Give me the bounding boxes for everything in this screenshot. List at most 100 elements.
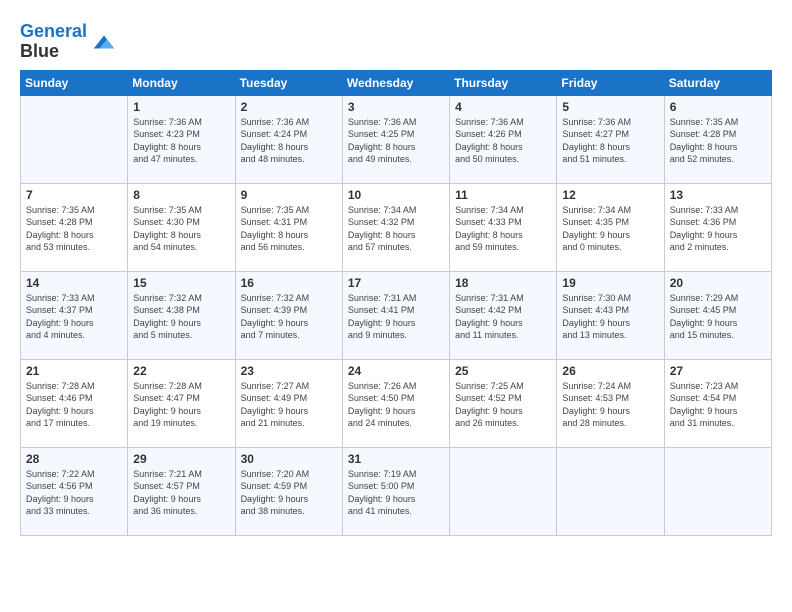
day-info: Sunrise: 7:34 AM Sunset: 4:35 PM Dayligh…: [562, 204, 658, 254]
day-number: 28: [26, 452, 122, 466]
day-info: Sunrise: 7:36 AM Sunset: 4:26 PM Dayligh…: [455, 116, 551, 166]
day-info: Sunrise: 7:36 AM Sunset: 4:27 PM Dayligh…: [562, 116, 658, 166]
day-number: 17: [348, 276, 444, 290]
calendar-week-row: 14 Sunrise: 7:33 AM Sunset: 4:37 PM Dayli…: [21, 271, 772, 359]
calendar-header-row: SundayMondayTuesdayWednesdayThursdayFrid…: [21, 70, 772, 95]
day-info: Sunrise: 7:26 AM Sunset: 4:50 PM Dayligh…: [348, 380, 444, 430]
day-number: 11: [455, 188, 551, 202]
logo-text: GeneralBlue: [20, 22, 87, 62]
calendar-cell: [450, 447, 557, 535]
day-info: Sunrise: 7:31 AM Sunset: 4:42 PM Dayligh…: [455, 292, 551, 342]
day-number: 13: [670, 188, 766, 202]
day-info: Sunrise: 7:36 AM Sunset: 4:25 PM Dayligh…: [348, 116, 444, 166]
calendar-cell: 14 Sunrise: 7:33 AM Sunset: 4:37 PM Dayli…: [21, 271, 128, 359]
calendar-cell: 23Sunrise: 7:27 AM Sunset: 4:49 PM Dayli…: [235, 359, 342, 447]
day-info: Sunrise: 7:30 AM Sunset: 4:43 PM Dayligh…: [562, 292, 658, 342]
calendar-cell: 19 Sunrise: 7:30 AM Sunset: 4:43 PM Dayli…: [557, 271, 664, 359]
day-number: 22: [133, 364, 229, 378]
calendar-cell: 28 Sunrise: 7:22 AM Sunset: 4:56 PM Dayli…: [21, 447, 128, 535]
day-info: Sunrise: 7:25 AM Sunset: 4:52 PM Dayligh…: [455, 380, 551, 430]
day-number: 9: [241, 188, 337, 202]
calendar-cell: 4 Sunrise: 7:36 AM Sunset: 4:26 PM Daylig…: [450, 95, 557, 183]
calendar-cell: [557, 447, 664, 535]
calendar-cell: 22 Sunrise: 7:28 AM Sunset: 4:47 PM Dayli…: [128, 359, 235, 447]
calendar-cell: 6Sunrise: 7:35 AM Sunset: 4:28 PM Daylig…: [664, 95, 771, 183]
day-info: Sunrise: 7:19 AM Sunset: 5:00 PM Dayligh…: [348, 468, 444, 518]
day-info: Sunrise: 7:36 AM Sunset: 4:23 PM Dayligh…: [133, 116, 229, 166]
day-info: Sunrise: 7:34 AM Sunset: 4:32 PM Dayligh…: [348, 204, 444, 254]
day-number: 31: [348, 452, 444, 466]
header-wednesday: Wednesday: [342, 70, 449, 95]
day-info: Sunrise: 7:34 AM Sunset: 4:33 PM Dayligh…: [455, 204, 551, 254]
day-info: Sunrise: 7:35 AM Sunset: 4:31 PM Dayligh…: [241, 204, 337, 254]
header-thursday: Thursday: [450, 70, 557, 95]
logo-icon: [90, 28, 118, 56]
day-number: 23: [241, 364, 337, 378]
calendar-cell: 5 Sunrise: 7:36 AM Sunset: 4:27 PM Daylig…: [557, 95, 664, 183]
calendar-cell: 9 Sunrise: 7:35 AM Sunset: 4:31 PM Daylig…: [235, 183, 342, 271]
day-number: 8: [133, 188, 229, 202]
day-info: Sunrise: 7:33 AM Sunset: 4:36 PM Dayligh…: [670, 204, 766, 254]
day-info: Sunrise: 7:36 AM Sunset: 4:24 PM Dayligh…: [241, 116, 337, 166]
calendar-cell: 26Sunrise: 7:24 AM Sunset: 4:53 PM Dayli…: [557, 359, 664, 447]
calendar-cell: 21Sunrise: 7:28 AM Sunset: 4:46 PM Dayli…: [21, 359, 128, 447]
calendar-week-row: 1 Sunrise: 7:36 AM Sunset: 4:23 PM Daylig…: [21, 95, 772, 183]
day-number: 24: [348, 364, 444, 378]
day-number: 26: [562, 364, 658, 378]
day-number: 18: [455, 276, 551, 290]
calendar-cell: 17 Sunrise: 7:31 AM Sunset: 4:41 PM Dayli…: [342, 271, 449, 359]
day-info: Sunrise: 7:21 AM Sunset: 4:57 PM Dayligh…: [133, 468, 229, 518]
calendar-cell: 29 Sunrise: 7:21 AM Sunset: 4:57 PM Dayli…: [128, 447, 235, 535]
calendar-table: SundayMondayTuesdayWednesdayThursdayFrid…: [20, 70, 772, 536]
day-info: Sunrise: 7:33 AM Sunset: 4:37 PM Dayligh…: [26, 292, 122, 342]
day-info: Sunrise: 7:31 AM Sunset: 4:41 PM Dayligh…: [348, 292, 444, 342]
logo: GeneralBlue: [20, 22, 118, 62]
calendar-cell: 8 Sunrise: 7:35 AM Sunset: 4:30 PM Daylig…: [128, 183, 235, 271]
header-saturday: Saturday: [664, 70, 771, 95]
day-number: 4: [455, 100, 551, 114]
day-info: Sunrise: 7:28 AM Sunset: 4:47 PM Dayligh…: [133, 380, 229, 430]
calendar-cell: [664, 447, 771, 535]
day-info: Sunrise: 7:22 AM Sunset: 4:56 PM Dayligh…: [26, 468, 122, 518]
calendar-cell: 7Sunrise: 7:35 AM Sunset: 4:28 PM Daylig…: [21, 183, 128, 271]
day-number: 10: [348, 188, 444, 202]
day-number: 2: [241, 100, 337, 114]
page-header: GeneralBlue: [20, 18, 772, 62]
calendar-cell: 25 Sunrise: 7:25 AM Sunset: 4:52 PM Dayli…: [450, 359, 557, 447]
calendar-cell: 12Sunrise: 7:34 AM Sunset: 4:35 PM Dayli…: [557, 183, 664, 271]
day-info: Sunrise: 7:35 AM Sunset: 4:28 PM Dayligh…: [26, 204, 122, 254]
calendar-cell: 3 Sunrise: 7:36 AM Sunset: 4:25 PM Daylig…: [342, 95, 449, 183]
calendar-cell: 1 Sunrise: 7:36 AM Sunset: 4:23 PM Daylig…: [128, 95, 235, 183]
day-number: 16: [241, 276, 337, 290]
day-number: 6: [670, 100, 766, 114]
day-number: 29: [133, 452, 229, 466]
day-number: 14: [26, 276, 122, 290]
day-number: 1: [133, 100, 229, 114]
day-info: Sunrise: 7:29 AM Sunset: 4:45 PM Dayligh…: [670, 292, 766, 342]
day-number: 25: [455, 364, 551, 378]
day-info: Sunrise: 7:35 AM Sunset: 4:30 PM Dayligh…: [133, 204, 229, 254]
calendar-cell: 2 Sunrise: 7:36 AM Sunset: 4:24 PM Daylig…: [235, 95, 342, 183]
day-info: Sunrise: 7:23 AM Sunset: 4:54 PM Dayligh…: [670, 380, 766, 430]
calendar-cell: 10 Sunrise: 7:34 AM Sunset: 4:32 PM Dayli…: [342, 183, 449, 271]
day-number: 19: [562, 276, 658, 290]
day-number: 5: [562, 100, 658, 114]
calendar-week-row: 28 Sunrise: 7:22 AM Sunset: 4:56 PM Dayli…: [21, 447, 772, 535]
calendar-cell: [21, 95, 128, 183]
day-number: 30: [241, 452, 337, 466]
day-number: 3: [348, 100, 444, 114]
calendar-cell: 18 Sunrise: 7:31 AM Sunset: 4:42 PM Dayli…: [450, 271, 557, 359]
calendar-cell: 31 Sunrise: 7:19 AM Sunset: 5:00 PM Dayli…: [342, 447, 449, 535]
calendar-cell: 20 Sunrise: 7:29 AM Sunset: 4:45 PM Dayli…: [664, 271, 771, 359]
day-number: 21: [26, 364, 122, 378]
calendar-cell: 24 Sunrise: 7:26 AM Sunset: 4:50 PM Dayli…: [342, 359, 449, 447]
day-number: 15: [133, 276, 229, 290]
calendar-week-row: 7Sunrise: 7:35 AM Sunset: 4:28 PM Daylig…: [21, 183, 772, 271]
header-sunday: Sunday: [21, 70, 128, 95]
day-number: 27: [670, 364, 766, 378]
header-tuesday: Tuesday: [235, 70, 342, 95]
calendar-cell: 15 Sunrise: 7:32 AM Sunset: 4:38 PM Dayli…: [128, 271, 235, 359]
day-info: Sunrise: 7:32 AM Sunset: 4:38 PM Dayligh…: [133, 292, 229, 342]
header-monday: Monday: [128, 70, 235, 95]
day-number: 20: [670, 276, 766, 290]
